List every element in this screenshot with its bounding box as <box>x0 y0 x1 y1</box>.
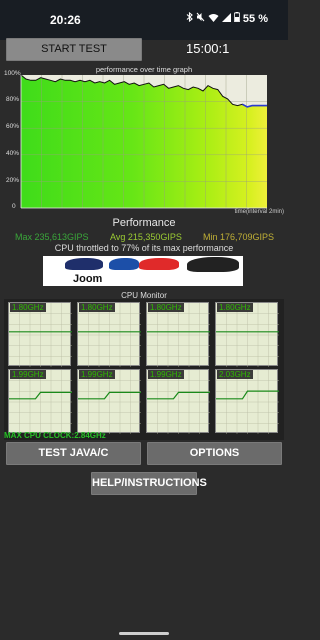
test-java-button[interactable]: TEST JAVA/C <box>6 442 141 465</box>
ad-brand: Joom <box>73 273 103 285</box>
battery-percent: 55 % <box>242 12 268 25</box>
cpu-core-5: 1.99GHz <box>77 369 141 434</box>
mute-icon <box>196 12 205 25</box>
start-test-button[interactable]: START TEST <box>6 38 142 61</box>
cpu-core-4: 1.99GHz <box>8 369 72 434</box>
cpu-core-6: 1.99GHz <box>146 369 210 434</box>
cpu-core-graph <box>9 370 72 434</box>
cpu-core-graph <box>216 303 279 367</box>
cpu-core-7: 2.03GHz <box>215 369 279 434</box>
x-axis-note: time(interval 2min) <box>234 209 284 215</box>
cpu-core-graph <box>9 303 72 367</box>
cpu-core-1: 1.80GHz <box>77 302 141 367</box>
cpu-core-graph <box>78 370 141 434</box>
max-gips: Max 235,613GIPS <box>15 232 89 242</box>
shoe-image-blue <box>109 258 139 270</box>
core-frequency-label: 1.99GHz <box>79 370 115 379</box>
status-bar: 20:26 55 % <box>0 0 288 40</box>
cpu-core-2: 1.80GHz <box>146 302 210 367</box>
cpu-core-graph <box>147 370 210 434</box>
battery-icon <box>234 12 240 25</box>
cpu-core-graph <box>78 303 141 367</box>
status-icons: 55 % <box>186 11 268 25</box>
gesture-nav-bar[interactable] <box>119 632 169 635</box>
core-frequency-label: 1.80GHz <box>79 303 115 312</box>
throttle-text: CPU throttled to 77% of its max performa… <box>54 243 234 253</box>
status-time: 20:26 <box>50 13 81 27</box>
core-frequency-label: 1.80GHz <box>148 303 184 312</box>
test-timer: 15:00:1 <box>186 41 230 56</box>
core-frequency-label: 1.99GHz <box>148 370 184 379</box>
performance-title: Performance <box>112 217 176 229</box>
min-gips: Min 176,709GIPS <box>203 232 275 242</box>
core-frequency-label: 1.80GHz <box>10 303 46 312</box>
core-frequency-label: 1.99GHz <box>10 370 46 379</box>
avg-gips: Avg 215,350GIPS <box>110 232 182 242</box>
signal-icon <box>221 12 231 25</box>
cpu-core-graph <box>216 370 279 434</box>
performance-chart-svg <box>20 74 267 209</box>
cpu-core-graph <box>147 303 210 367</box>
shoe-image-black <box>187 257 239 272</box>
shoe-image-red <box>139 258 179 270</box>
options-button[interactable]: OPTIONS <box>147 442 282 465</box>
ad-banner[interactable]: Joom <box>43 256 243 286</box>
help-instructions-button[interactable]: HELP/INSTRUCTIONS <box>91 472 207 495</box>
wifi-icon <box>208 13 219 25</box>
max-cpu-clock: MAX CPU CLOCK:2.84GHz <box>4 431 106 440</box>
shoe-image-navy <box>65 258 103 270</box>
cpu-monitor: 1.80GHz 1.80GHz 1.80GHz 1.80GHz 1.99GHz 1.99G… <box>4 299 284 440</box>
core-frequency-label: 1.80GHz <box>217 303 253 312</box>
bluetooth-icon <box>186 11 193 25</box>
core-frequency-label: 2.03GHz <box>217 370 253 379</box>
cpu-core-3: 1.80GHz <box>215 302 279 367</box>
cpu-core-0: 1.80GHz <box>8 302 72 367</box>
performance-graph: 100% 80% 60% 40% 20% 0 <box>4 70 286 210</box>
